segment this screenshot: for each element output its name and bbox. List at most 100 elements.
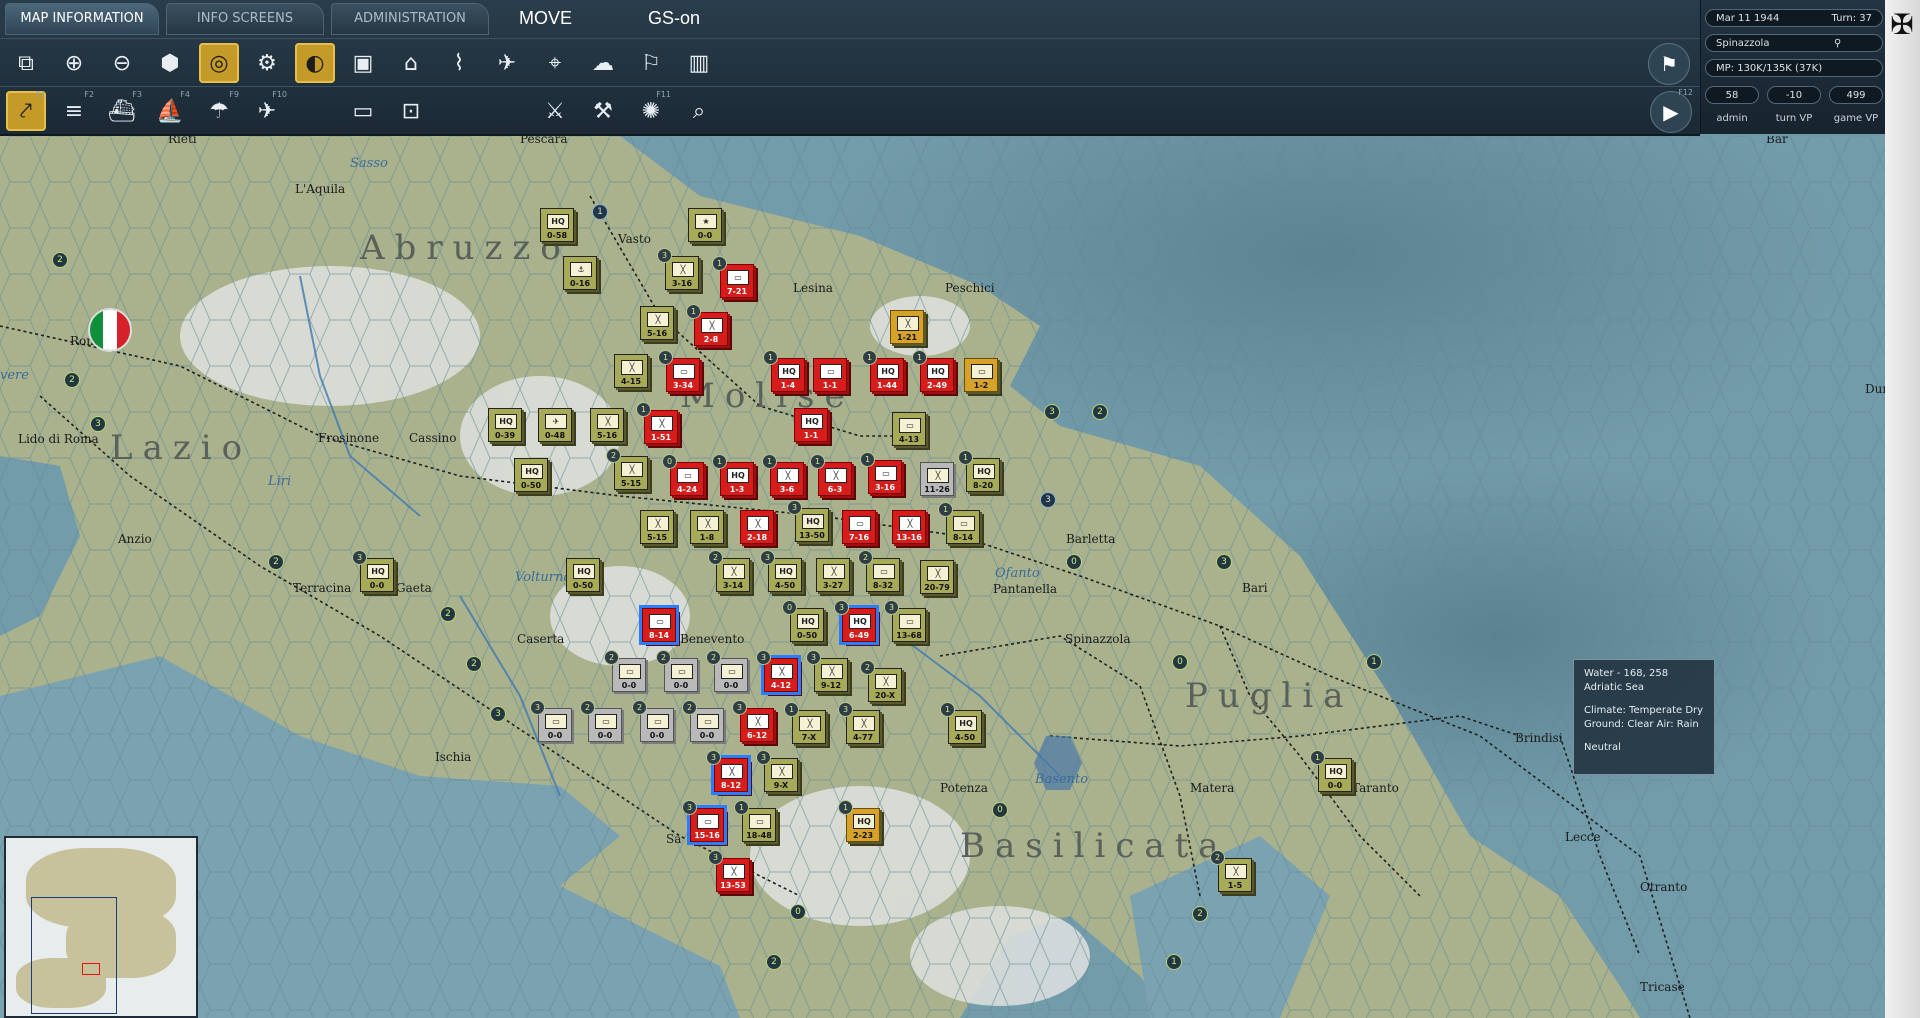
unit-counter[interactable]: ╳ 3-27 (816, 558, 850, 592)
gs-toggle-label[interactable]: GS-on (648, 8, 700, 29)
unit-counter[interactable]: 1 ╳ 1-51 (636, 402, 678, 444)
unit-counter[interactable]: HQ 1-1 (794, 408, 828, 442)
unit-counter[interactable]: HQ 0-50 (566, 558, 600, 592)
unit-counter[interactable]: 1 ▭ 7-21 (712, 256, 754, 298)
unit-counter[interactable]: 3 ▭ 0-0 (530, 700, 572, 742)
unit-counter[interactable]: 3 ▭ 13-68 (884, 600, 926, 642)
unit-counter[interactable]: ▭ 7-16 (842, 510, 876, 544)
unit-counter[interactable]: HQ 0-58 (540, 208, 574, 242)
unit-counter[interactable]: 3 HQ 13-50 (787, 500, 829, 542)
unit-counter[interactable]: 3 ╳ 4-12 (756, 650, 801, 695)
rectangle-icon[interactable]: ▭ (343, 91, 383, 131)
airdrop-icon[interactable]: ☂ F9 (199, 90, 239, 131)
build-icon[interactable]: ⚒ (583, 91, 623, 131)
unit-counter[interactable]: 3 HQ 0-0 (352, 550, 394, 592)
tab-info-screens[interactable]: INFO SCREENS (166, 3, 324, 35)
unit-counter[interactable]: 1 ╳ 7-X (784, 702, 826, 744)
unit-counter[interactable]: 3 ╳ 13-53 (708, 850, 750, 892)
unit-counter[interactable]: 2 ▭ 8-32 (858, 550, 900, 592)
unit-counter[interactable]: 2 ╳ 3-14 (708, 550, 750, 592)
hexes-icon[interactable]: ⬢ (150, 43, 190, 83)
train-icon[interactable]: ≡ F2 (54, 90, 94, 131)
unit-counter[interactable]: ⚓ 0-16 (563, 256, 597, 290)
unit-counter[interactable]: 1 HQ 1-44 (862, 350, 904, 392)
unit-counter[interactable]: 1 ▭ 3-16 (860, 452, 902, 494)
unit-counter[interactable]: ╳ 1-21 (890, 310, 924, 344)
unit-counter[interactable]: ▭ 8-14 (639, 605, 679, 645)
unit-counter[interactable]: 2 ╳ 1-5 (1210, 850, 1252, 892)
unit-counter[interactable]: ╳ 5-15 (640, 510, 674, 544)
unit-counter[interactable]: ▭ 1-2 (964, 358, 998, 392)
unit-counter[interactable]: 1 ╳ 3-6 (762, 454, 804, 496)
zoom-box-icon[interactable]: ⊡ (391, 91, 431, 131)
landing-ship-icon[interactable]: ⛵ F4 (150, 90, 190, 131)
settings-icon[interactable]: ⚙ (247, 43, 287, 83)
unit-counter[interactable]: 1 ▭ 3-34 (658, 350, 700, 392)
unit-counter[interactable]: 1 HQ 4-50 (940, 702, 982, 744)
unit-counter[interactable]: ╳ 4-15 (614, 354, 648, 388)
unit-counter[interactable]: ✈ 0-48 (538, 408, 572, 442)
unit-counter[interactable]: 3 ╳ 6-12 (732, 700, 774, 742)
unit-counter[interactable]: 1 HQ 1-4 (763, 350, 805, 392)
factory-icon[interactable]: ⌂ (391, 43, 431, 83)
production-icon[interactable]: ▣ (343, 43, 383, 83)
telescope-icon[interactable]: ⌕ (679, 91, 719, 131)
zoom-out-icon[interactable]: ⊖ (102, 43, 142, 83)
italy-flag-icon[interactable] (88, 308, 132, 352)
unit-counter[interactable]: 2 ╳ 5-15 (606, 448, 648, 490)
minimap-viewport-frame[interactable] (31, 897, 117, 1014)
unit-counter[interactable]: 3 ▭ 15-16 (682, 800, 727, 845)
unit-counter[interactable]: 3 HQ 4-50 (760, 550, 802, 592)
unit-counter[interactable]: ╳ 1-8 (690, 510, 724, 544)
unit-counter[interactable]: ╳ 5-16 (640, 306, 674, 340)
hex-map[interactable]: Abruzzo Lazio Molise Puglia Basilicata R… (0, 136, 1885, 1018)
unit-counter[interactable]: 3 ╳ 9-X (756, 750, 798, 792)
unit-counter[interactable]: 3 ╳ 4-77 (838, 702, 880, 744)
minimap-current-view[interactable] (82, 963, 100, 975)
unit-counter[interactable]: ▭ 1-1 (813, 358, 847, 392)
unit-counter[interactable]: 1 ╳ 2-8 (686, 304, 728, 346)
unit-counter[interactable]: 1 HQ 1-3 (712, 454, 754, 496)
unit-counter[interactable]: ▭ 4-13 (892, 412, 926, 446)
weather-icon[interactable]: ☁ (583, 43, 623, 83)
unit-counter[interactable]: 2 ▭ 0-0 (656, 650, 698, 692)
unit-counter[interactable]: 3 ╳ 3-16 (657, 248, 699, 290)
unit-counter[interactable]: HQ 0-50 (514, 458, 548, 492)
airbase-icon[interactable]: ✈ (487, 43, 527, 83)
graph-icon[interactable]: ▥ (679, 43, 719, 83)
explosion-icon[interactable]: ✺ F11 (631, 90, 671, 131)
unit-counter[interactable]: ╳ 11-26 (920, 462, 954, 496)
unit-counter[interactable]: 2 ▭ 0-0 (706, 650, 748, 692)
unit-counter[interactable]: ★ 0-0 (688, 208, 722, 242)
unit-counter[interactable]: HQ 0-39 (488, 408, 522, 442)
unit-counter[interactable]: 2 ▭ 0-0 (604, 650, 646, 692)
unit-counter[interactable]: 2 ╳ 20-X (860, 660, 902, 702)
unit-counter[interactable]: 1 ▭ 8-14 (938, 502, 980, 544)
unit-counter[interactable]: ╳ 13-16 (892, 510, 926, 544)
unit-counter[interactable]: 2 ▭ 0-0 (632, 700, 674, 742)
unit-counter[interactable]: 2 ▭ 0-0 (580, 700, 622, 742)
unit-counter[interactable]: 1 HQ 8-20 (958, 450, 1000, 492)
unit-counter[interactable]: 1 ▭ 18-48 (734, 800, 776, 842)
flag-icon[interactable]: ⚐ (631, 43, 671, 83)
unit-counter[interactable]: 0 HQ 0-50 (782, 600, 824, 642)
overlay-icon[interactable]: ◐ (295, 43, 335, 83)
unit-counter[interactable]: ╳ 2-18 (740, 510, 774, 544)
crosshair-icon[interactable]: ⌖ (535, 43, 575, 83)
zoom-in-icon[interactable]: ⊕ (54, 43, 94, 83)
air-strike-icon[interactable]: ✈ F10 (247, 90, 287, 131)
ship-icon[interactable]: ⛴ F3 (102, 90, 142, 131)
unit-counter[interactable]: 3 HQ 6-49 (834, 600, 879, 645)
hex-grid-icon[interactable]: ⧉ (6, 43, 46, 83)
unit-counter[interactable]: ╳ 20-79 (920, 560, 954, 594)
ai-attack-icon[interactable]: ⚔ (535, 91, 575, 131)
end-turn-icon[interactable]: ▶ F12 (1650, 88, 1693, 133)
surrender-flag-icon[interactable]: ⚑ (1648, 43, 1690, 85)
unit-counter[interactable]: 1 HQ 2-49 (912, 350, 954, 392)
move-mode-label[interactable]: MOVE (519, 8, 572, 29)
road-icon[interactable]: ⤤ F1 (6, 90, 46, 131)
unit-counter[interactable]: 2 ▭ 0-0 (682, 700, 724, 742)
radar-icon[interactable]: ⌇ (439, 43, 479, 83)
tab-administration[interactable]: ADMINISTRATION (331, 3, 489, 35)
supply-icon[interactable]: ◎ (199, 43, 239, 83)
